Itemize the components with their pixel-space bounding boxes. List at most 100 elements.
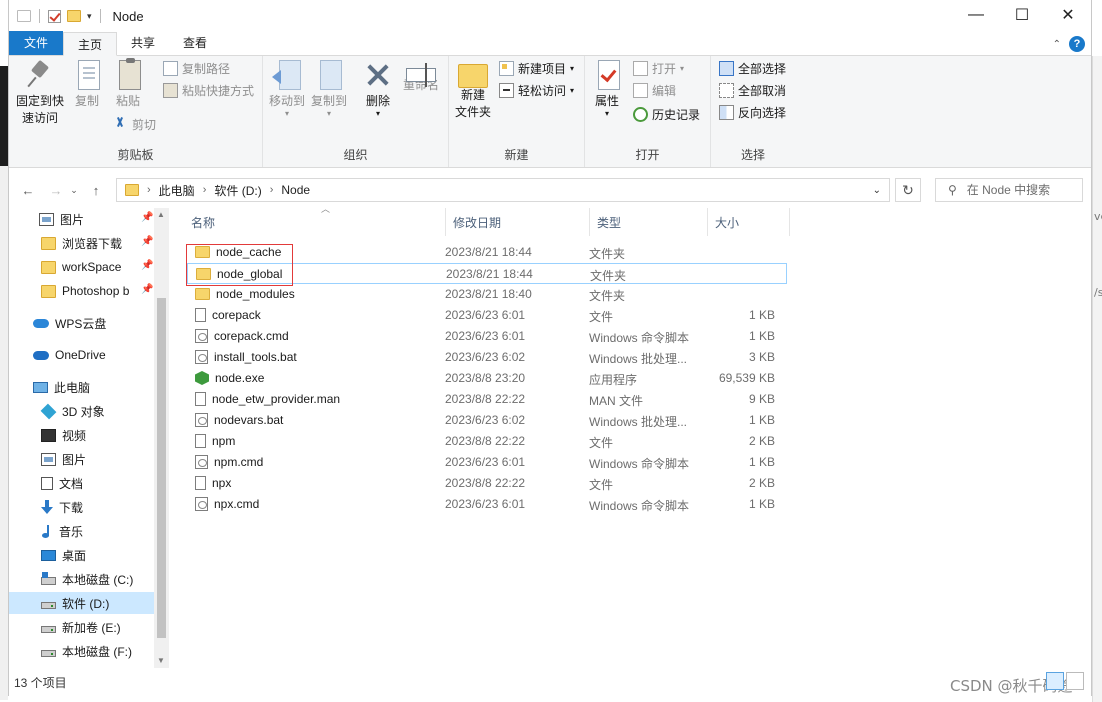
- new-folder-icon[interactable]: [67, 10, 81, 22]
- copy-path-button[interactable]: 复制路径: [163, 58, 230, 78]
- search-box[interactable]: ⚲: [935, 178, 1083, 202]
- sidebar-item-3d-objects[interactable]: 3D 对象: [40, 400, 105, 422]
- sidebar-item-browser-downloads[interactable]: 浏览器下载: [41, 232, 122, 254]
- sidebar-item-photoshop[interactable]: Photoshop b: [41, 280, 129, 302]
- sidebar-item-drive-c[interactable]: 本地磁盘 (C:): [41, 568, 133, 590]
- sidebar-item-pictures[interactable]: 图片: [41, 448, 86, 470]
- pin-to-quick-access-button[interactable]: 固定到快 速访问: [15, 60, 65, 127]
- table-row[interactable]: node_etw_provider.man 2023/8/8 22:22 MAN 文…: [187, 389, 787, 410]
- sidebar-item-desktop[interactable]: 桌面: [41, 544, 86, 566]
- back-arrow-icon[interactable]: ←: [17, 183, 39, 198]
- delete-button[interactable]: 删除 ▾: [363, 60, 393, 118]
- scroll-down-icon[interactable]: ▼: [157, 656, 165, 665]
- minimize-button[interactable]: —: [953, 0, 999, 30]
- column-header-type[interactable]: 类型: [597, 208, 707, 236]
- chevron-down-icon: ▾: [375, 109, 380, 118]
- cut-button[interactable]: 剪切: [113, 114, 156, 134]
- sidebar-item-drive-e[interactable]: 新加卷 (E:): [41, 616, 121, 638]
- properties-button[interactable]: 属性 ▾: [591, 60, 623, 118]
- history-button[interactable]: 历史记录: [633, 104, 700, 124]
- address-dropdown-icon[interactable]: ⌄: [873, 185, 881, 196]
- collapse-ribbon-icon[interactable]: ⌃: [1053, 39, 1061, 50]
- move-to-button[interactable]: 移动到 ▾: [269, 60, 305, 118]
- column-header-name[interactable]: 名称: [191, 208, 445, 236]
- breadcrumb-separator-icon[interactable]: ›: [270, 184, 274, 196]
- new-folder-button[interactable]: 新建 文件夹: [455, 60, 491, 121]
- sidebar-item-drive-d[interactable]: 软件 (D:): [9, 592, 154, 614]
- column-divider[interactable]: [789, 208, 790, 236]
- up-arrow-icon[interactable]: ↑: [85, 183, 107, 198]
- column-divider[interactable]: [589, 208, 590, 236]
- sidebar-item-onedrive[interactable]: OneDrive: [33, 344, 106, 366]
- recent-locations-chevron-icon[interactable]: ⌄: [67, 185, 81, 196]
- table-row[interactable]: nodevars.bat 2023/6/23 6:02 Windows 批处理...…: [187, 410, 787, 431]
- sidebar-item-downloads[interactable]: 下载: [41, 496, 83, 518]
- refresh-button[interactable]: ↻: [895, 178, 921, 202]
- breadcrumb-node[interactable]: Node: [281, 183, 310, 197]
- rename-button[interactable]: 重命名: [401, 60, 441, 94]
- sidebar-item-pictures-pinned[interactable]: 图片: [39, 208, 84, 230]
- open-button[interactable]: 打开 ▾: [633, 58, 684, 78]
- scrollbar-thumb[interactable]: [157, 298, 166, 638]
- tab-view[interactable]: 查看: [169, 31, 221, 55]
- new-item-button[interactable]: 新建项目 ▾: [499, 58, 574, 78]
- maximize-button[interactable]: ☐: [999, 0, 1045, 30]
- table-row[interactable]: npx 2023/8/8 22:22 文件 2 KB: [187, 473, 787, 494]
- sidebar-item-documents[interactable]: 文档: [41, 472, 83, 494]
- column-header-size[interactable]: 大小: [715, 208, 787, 236]
- history-icon: [633, 106, 648, 122]
- sidebar-item-music[interactable]: 音乐: [41, 520, 83, 542]
- tab-file[interactable]: 文件: [9, 31, 64, 55]
- column-header-date[interactable]: 修改日期: [453, 208, 589, 236]
- table-row[interactable]: npm.cmd 2023/6/23 6:01 Windows 命令脚本 1 KB: [187, 452, 787, 473]
- table-row[interactable]: npx.cmd 2023/6/23 6:01 Windows 命令脚本 1 KB: [187, 494, 787, 515]
- select-none-button[interactable]: 全部取消: [719, 80, 786, 100]
- large-icons-view-button[interactable]: [1066, 672, 1084, 690]
- picture-icon: [39, 212, 54, 226]
- copy-button[interactable]: 复制: [71, 60, 103, 110]
- sidebar-item-wps-cloud[interactable]: WPS云盘: [33, 312, 106, 334]
- copy-to-button[interactable]: 复制到 ▾: [311, 60, 347, 118]
- sidebar-scrollbar[interactable]: ▲ ▼: [154, 208, 169, 668]
- customize-dropdown-icon[interactable]: ▾: [87, 11, 92, 22]
- drive-icon: [41, 601, 56, 609]
- file-name-cell: npm.cmd: [195, 455, 263, 469]
- breadcrumb-separator-icon[interactable]: ›: [203, 184, 207, 196]
- search-input[interactable]: [966, 183, 1077, 197]
- file-date: 2023/6/23 6:02: [445, 350, 526, 364]
- table-row[interactable]: npm 2023/8/8 22:22 文件 2 KB: [187, 431, 787, 452]
- table-row[interactable]: node_modules 2023/8/21 18:40 文件夹: [187, 284, 787, 305]
- paste-shortcut-button[interactable]: 粘贴快捷方式: [163, 80, 254, 100]
- help-icon[interactable]: ?: [1069, 36, 1085, 52]
- select-all-button[interactable]: 全部选择: [719, 58, 786, 78]
- sidebar-item-this-pc[interactable]: 此电脑: [33, 376, 90, 398]
- forward-arrow-icon[interactable]: →: [45, 183, 67, 198]
- tab-share[interactable]: 共享: [117, 31, 169, 55]
- sidebar-item-drive-f[interactable]: 本地磁盘 (F:): [41, 640, 132, 662]
- scroll-up-icon[interactable]: ▲: [157, 210, 165, 219]
- table-row[interactable]: corepack.cmd 2023/6/23 6:01 Windows 命令脚本 1 …: [187, 326, 787, 347]
- properties-icon[interactable]: [48, 9, 61, 23]
- pin-icon: 📌: [141, 212, 154, 223]
- address-bar[interactable]: › 此电脑 › 软件 (D:) › Node ⌄: [116, 178, 890, 202]
- sidebar-item-videos[interactable]: 视频: [41, 424, 86, 446]
- table-row[interactable]: node.exe 2023/8/8 23:20 应用程序 69,539 KB: [187, 368, 787, 389]
- easy-access-button[interactable]: 轻松访问 ▾: [499, 80, 574, 100]
- tab-home[interactable]: 主页: [63, 32, 118, 56]
- details-view-button[interactable]: [1046, 672, 1064, 690]
- close-button[interactable]: ✕: [1045, 0, 1091, 30]
- sidebar-item-workspace[interactable]: workSpace: [41, 256, 121, 278]
- file-size: 1 KB: [748, 413, 775, 427]
- file-name-cell: npx: [195, 476, 231, 490]
- invert-selection-button[interactable]: 反向选择: [719, 102, 786, 122]
- table-row[interactable]: corepack 2023/6/23 6:01 文件 1 KB: [187, 305, 787, 326]
- file-name-cell: node.exe: [195, 371, 264, 385]
- edit-button[interactable]: 编辑: [633, 80, 676, 100]
- column-divider[interactable]: [445, 208, 446, 236]
- breadcrumb-this-pc[interactable]: 此电脑: [159, 182, 195, 199]
- paste-button[interactable]: 粘贴: [111, 58, 145, 110]
- breadcrumb-drive-d[interactable]: 软件 (D:): [214, 182, 261, 199]
- table-row[interactable]: install_tools.bat 2023/6/23 6:02 Windows 批…: [187, 347, 787, 368]
- file-date: 2023/8/8 22:22: [445, 434, 526, 448]
- column-divider[interactable]: [707, 208, 708, 236]
